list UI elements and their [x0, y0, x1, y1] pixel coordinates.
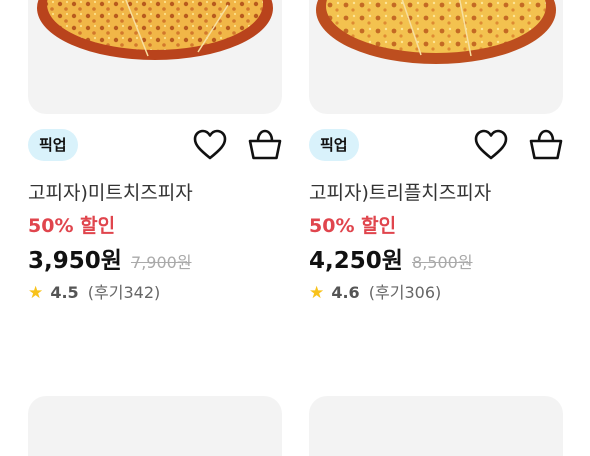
sale-price: 4,250원 [309, 248, 403, 274]
review-count[interactable]: (후기306) [369, 283, 441, 302]
rating-row: ★ 4.5 (후기342) [28, 279, 160, 303]
heart-outline-icon[interactable] [473, 127, 509, 163]
pickup-badge: 픽업 [28, 129, 78, 161]
sale-price: 3,950원 [28, 248, 122, 274]
rating-row: ★ 4.6 (후기306) [309, 279, 441, 303]
product-name[interactable]: 고피자)미트치즈피자 [28, 178, 193, 205]
review-count[interactable]: (후기342) [88, 283, 160, 302]
product-image[interactable] [309, 0, 563, 114]
product-actions: 픽업 [28, 127, 282, 167]
price-row: 4,250원 8,500원 [309, 241, 473, 275]
pickup-badge: 픽업 [309, 129, 359, 161]
heart-outline-icon[interactable] [192, 127, 228, 163]
star-icon: ★ [28, 283, 44, 303]
basket-icon[interactable] [528, 127, 564, 163]
discount-label: 50% 할인 [309, 215, 397, 237]
discount-label: 50% 할인 [28, 215, 116, 237]
basket-icon[interactable] [247, 127, 283, 163]
rating-score: 4.6 [331, 283, 360, 302]
product-card[interactable]: 픽업 고피자)트리플치즈피자 50% 할인 4,250원 8,500원 ★ 4.… [309, 0, 563, 303]
product-image[interactable] [28, 0, 282, 114]
product-name[interactable]: 고피자)트리플치즈피자 [309, 178, 491, 205]
pizza-image [316, 0, 556, 64]
original-price: 8,500원 [412, 253, 473, 272]
original-price: 7,900원 [131, 253, 192, 272]
price-row: 3,950원 7,900원 [28, 241, 192, 275]
product-actions: 픽업 [309, 127, 563, 167]
star-icon: ★ [309, 283, 325, 303]
product-card[interactable]: 픽업 고피자)미트치즈피자 50% 할인 3,950원 7,900원 ★ 4.5… [28, 0, 282, 303]
pizza-image [37, 0, 273, 60]
product-image-next[interactable] [309, 396, 563, 456]
rating-score: 4.5 [50, 283, 79, 302]
product-image-next[interactable] [28, 396, 282, 456]
